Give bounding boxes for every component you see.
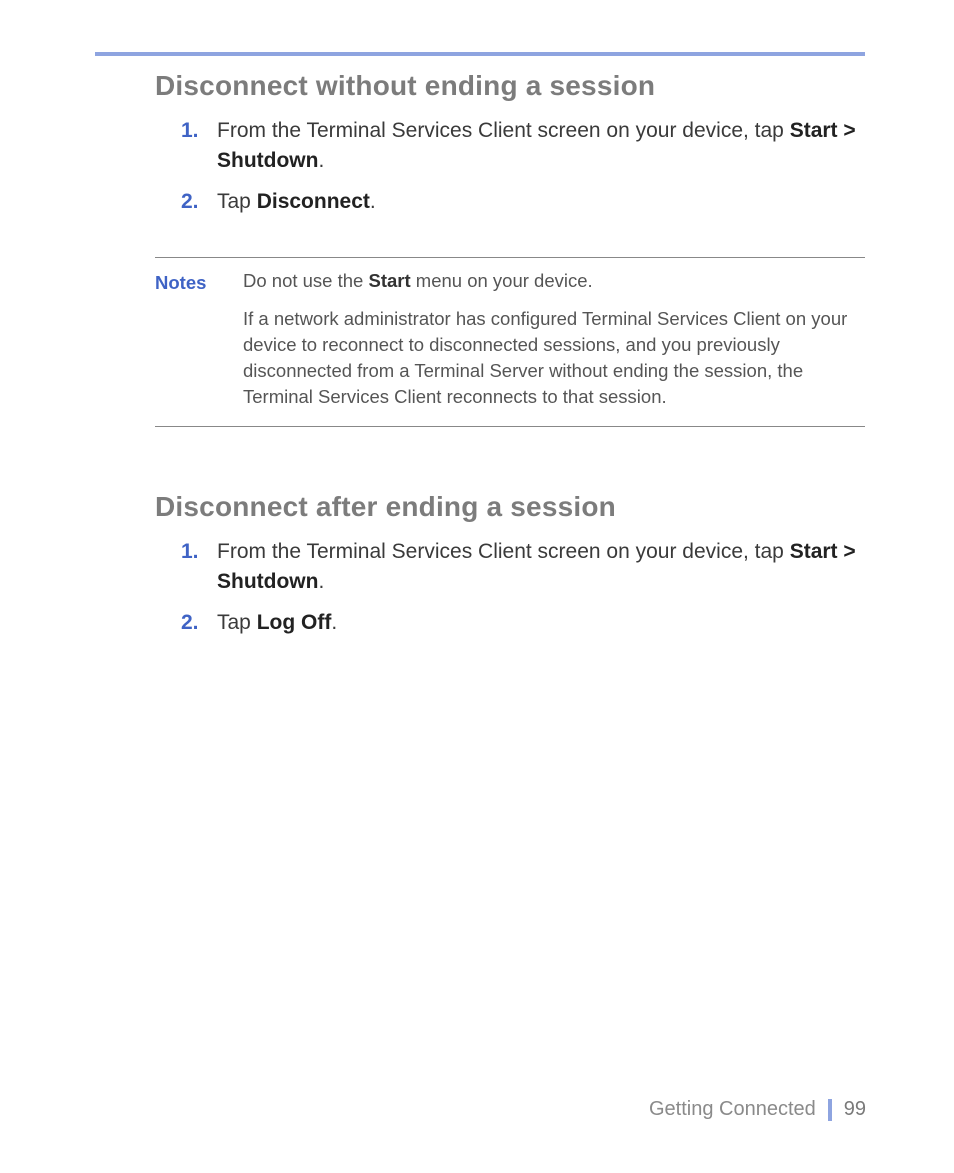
notes-text-pre: Do not use the xyxy=(243,270,368,291)
step-number: 2. xyxy=(181,187,199,217)
footer-chapter: Getting Connected xyxy=(649,1098,816,1121)
step-text-post: . xyxy=(370,190,376,213)
list-item: 2. Tap Log Off. xyxy=(213,608,865,638)
notes-text-bold: Start xyxy=(368,270,410,291)
top-rule xyxy=(95,52,865,56)
notes-paragraph: If a network administrator has configure… xyxy=(243,306,865,410)
page-content: Disconnect without ending a session 1. F… xyxy=(155,70,865,678)
page-footer: Getting Connected 99 xyxy=(649,1098,866,1121)
section-heading-2: Disconnect after ending a session xyxy=(155,491,865,523)
step-text-pre: Tap xyxy=(217,611,257,634)
steps-list-2: 1. From the Terminal Services Client scr… xyxy=(155,537,865,638)
notes-paragraph: Do not use the Start menu on your device… xyxy=(243,268,865,294)
step-text-post: . xyxy=(318,149,324,172)
list-item: 2. Tap Disconnect. xyxy=(213,187,865,217)
notes-block: Notes Do not use the Start menu on your … xyxy=(155,257,865,426)
step-text-pre: From the Terminal Services Client screen… xyxy=(217,540,790,563)
notes-text-pre: If a network administrator has configure… xyxy=(243,308,847,407)
steps-list-1: 1. From the Terminal Services Client scr… xyxy=(155,116,865,217)
notes-label: Notes xyxy=(155,268,225,409)
step-text-bold: Disconnect xyxy=(257,190,370,213)
step-number: 1. xyxy=(181,116,199,146)
footer-separator xyxy=(828,1099,832,1121)
step-text-pre: Tap xyxy=(217,190,257,213)
section-heading-1: Disconnect without ending a session xyxy=(155,70,865,102)
list-item: 1. From the Terminal Services Client scr… xyxy=(213,537,865,598)
step-text-pre: From the Terminal Services Client screen… xyxy=(217,119,790,142)
step-text-post: . xyxy=(318,570,324,593)
step-text-post: . xyxy=(331,611,337,634)
step-number: 1. xyxy=(181,537,199,567)
step-text-bold: Log Off xyxy=(257,611,332,634)
list-item: 1. From the Terminal Services Client scr… xyxy=(213,116,865,177)
notes-body: Do not use the Start menu on your device… xyxy=(243,268,865,409)
footer-page-number: 99 xyxy=(844,1098,866,1121)
notes-text-post: menu on your device. xyxy=(411,270,593,291)
step-number: 2. xyxy=(181,608,199,638)
